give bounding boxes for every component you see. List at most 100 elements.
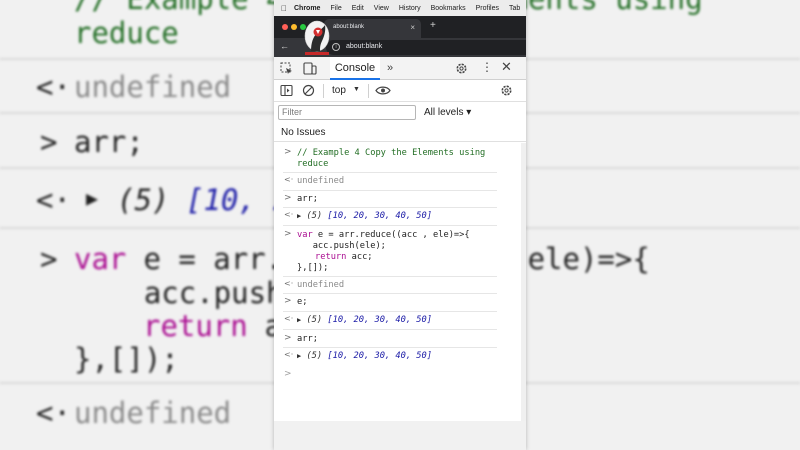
tab-close-icon[interactable]: × bbox=[410, 23, 415, 32]
result-arrow-icon: <· bbox=[284, 279, 294, 288]
undefined-result: undefined bbox=[297, 176, 345, 186]
issues-row: No Issues bbox=[274, 122, 526, 142]
tab-console[interactable]: Console bbox=[330, 57, 380, 80]
bg-reduce-line: reduce bbox=[74, 16, 179, 50]
array-result[interactable]: ▶ (5) [10, 20, 30, 40, 50] bbox=[297, 351, 432, 362]
expand-triangle-icon[interactable]: ▶ bbox=[297, 316, 301, 324]
menu-app-name[interactable]: Chrome bbox=[294, 5, 320, 12]
bg-result-arrow-3: <· bbox=[36, 396, 71, 430]
array-result[interactable]: ▶ (5) [10, 20, 30, 40, 50] bbox=[297, 211, 432, 222]
input-e: e; bbox=[297, 297, 308, 307]
window-close-button[interactable] bbox=[282, 24, 288, 30]
settings-gear-icon[interactable] bbox=[455, 62, 468, 75]
new-tab-button[interactable]: + bbox=[430, 20, 436, 31]
prompt-icon: > bbox=[284, 369, 292, 379]
background-left: // Example 4 Copy the Elements using red… bbox=[0, 0, 274, 450]
menu-bookmarks[interactable]: Bookmarks bbox=[431, 5, 466, 12]
bg-return-keyword: return bbox=[143, 309, 248, 343]
chevron-down-icon[interactable]: ▼ bbox=[353, 86, 360, 93]
screen-recording:  Chrome File Edit View History Bookmark… bbox=[274, 0, 526, 450]
comment-line-2: reduce bbox=[297, 159, 329, 169]
return-keyword: return bbox=[315, 252, 347, 262]
bg-result-arrow: <· bbox=[36, 70, 71, 104]
bg-result-arrow-2: <· bbox=[36, 183, 71, 217]
menu-history[interactable]: History bbox=[399, 5, 421, 12]
array-values: [10, 20, 30, 40, 50] bbox=[327, 351, 432, 361]
live-expression-eye-icon[interactable] bbox=[375, 85, 391, 96]
bg-close-code: },[]); bbox=[74, 342, 179, 376]
var-keyword: var bbox=[297, 230, 313, 240]
code-line-2: acc.push(ele); bbox=[297, 241, 386, 251]
comment-line-1: // Example 4 Copy the Elements using bbox=[297, 148, 486, 158]
log-levels-dropdown[interactable]: All levels ▾ bbox=[424, 107, 471, 118]
expand-triangle-icon[interactable]: ▶ bbox=[297, 212, 301, 220]
reduce-call: e = arr.reduce((acc , ele)=>{ bbox=[312, 230, 470, 240]
result-arrow-icon: <· bbox=[284, 210, 294, 219]
expand-triangle-icon[interactable]: ▶ bbox=[297, 352, 301, 360]
input-arr: arr; bbox=[297, 194, 318, 204]
return-value: acc; bbox=[346, 252, 373, 262]
prompt-icon: > bbox=[284, 333, 292, 343]
undefined-result: undefined bbox=[297, 280, 345, 290]
array-result[interactable]: ▶ (5) [10, 20, 30, 40, 50] bbox=[297, 315, 432, 326]
sidebar-toggle-icon[interactable] bbox=[280, 84, 293, 97]
browser-tab[interactable]: about:blank × bbox=[324, 19, 421, 38]
mac-menu-bar:  Chrome File Edit View History Bookmark… bbox=[274, 0, 526, 16]
menu-file[interactable]: File bbox=[330, 5, 341, 12]
bg-comment-line-right: // Example 4 Copy the Elements using bbox=[526, 0, 703, 16]
filter-input[interactable]: Filter bbox=[278, 105, 416, 120]
prompt-icon: > bbox=[284, 147, 292, 157]
input-arr: arr; bbox=[297, 334, 318, 344]
prompt-icon: > bbox=[284, 193, 292, 203]
close-devtools-icon[interactable]: ✕ bbox=[501, 59, 512, 75]
site-info-icon[interactable]: i bbox=[332, 43, 340, 51]
inspect-element-icon[interactable] bbox=[280, 62, 293, 75]
back-arrow-icon[interactable]: ← bbox=[280, 41, 289, 51]
menu-profiles[interactable]: Profiles bbox=[476, 5, 499, 12]
more-tabs-icon[interactable]: » bbox=[387, 62, 393, 74]
console-scrollbar[interactable] bbox=[521, 143, 526, 421]
array-values: [10, 20, 30, 40, 50] bbox=[327, 211, 432, 221]
menu-edit[interactable]: Edit bbox=[352, 5, 364, 12]
window-minimize-button[interactable] bbox=[291, 24, 297, 30]
code-line-1: var e = arr.reduce((acc , ele)=>{ bbox=[297, 230, 470, 241]
screen-bottom-margin bbox=[274, 421, 526, 450]
bg-reduce-code-right: e = arr.reduce((acc , ele)=>{ bbox=[527, 242, 650, 276]
clear-console-icon[interactable] bbox=[302, 84, 315, 97]
array-length: (5) bbox=[306, 351, 323, 361]
array-length: (5) bbox=[306, 315, 323, 325]
more-options-icon[interactable]: ⋮ bbox=[481, 60, 493, 74]
issues-status: No Issues bbox=[281, 127, 326, 138]
channel-logo bbox=[304, 20, 330, 55]
bg-undefined-2: undefined bbox=[74, 396, 232, 430]
tab-title: about:blank bbox=[333, 24, 365, 30]
array-values: [10, 20, 30, 40, 50] bbox=[327, 315, 432, 325]
console-settings-gear-icon[interactable] bbox=[500, 84, 513, 97]
device-toolbar-icon[interactable] bbox=[303, 62, 317, 75]
menu-tab[interactable]: Tab bbox=[509, 5, 520, 12]
bg-comment-line: // Example 4 Copy the Elements using bbox=[74, 0, 274, 16]
bg-array-values: [10, 20, 30, 40, 50] bbox=[186, 183, 274, 217]
array-length: (5) bbox=[306, 211, 323, 221]
bg-push-code: acc.push(ele); bbox=[143, 276, 274, 310]
bg-var-keyword: var bbox=[74, 242, 127, 276]
menu-view[interactable]: View bbox=[374, 5, 389, 12]
bg-array-count: (5) bbox=[117, 183, 170, 217]
apple-icon[interactable]:  bbox=[281, 4, 287, 13]
address-bar[interactable]: i about:blank bbox=[326, 40, 526, 55]
background-right: // Example 4 Copy the Elements using e =… bbox=[526, 0, 800, 450]
console-log: > // Example 4 Copy the Elements using r… bbox=[274, 143, 521, 421]
result-arrow-icon: <· bbox=[284, 350, 294, 359]
prompt-icon: > bbox=[284, 296, 292, 306]
bg-undefined-1: undefined bbox=[74, 70, 232, 104]
bg-prompt-2: > bbox=[40, 242, 58, 276]
bg-reduce-code: e = arr.reduce((acc , ele)=>{ bbox=[143, 242, 274, 276]
code-line-4: },[]); bbox=[297, 263, 329, 273]
code-line-3: return acc; bbox=[315, 252, 373, 263]
context-selector[interactable]: top bbox=[332, 85, 346, 96]
result-arrow-icon: <· bbox=[284, 175, 294, 184]
bg-arr-line: arr; bbox=[74, 125, 144, 159]
bg-prompt: > bbox=[40, 125, 58, 159]
bg-return-code: acc; bbox=[264, 309, 274, 343]
result-arrow-icon: <· bbox=[284, 314, 294, 323]
